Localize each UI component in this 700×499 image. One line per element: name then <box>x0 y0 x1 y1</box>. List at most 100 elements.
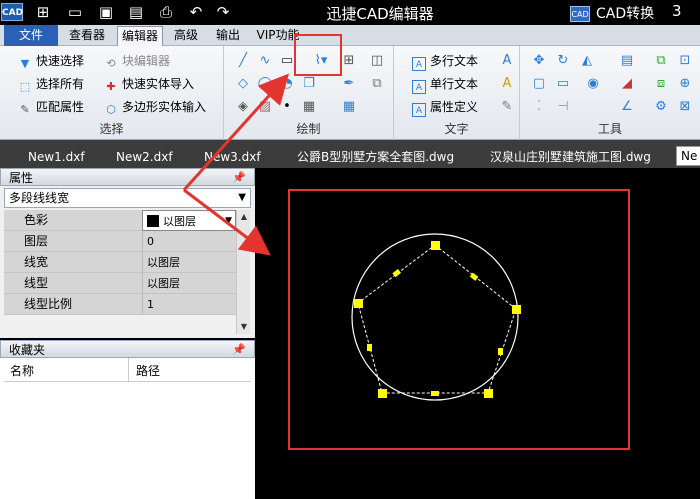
save-icon[interactable]: ▣ <box>95 2 117 22</box>
match-properties-button[interactable]: ✎ 匹配属性 <box>18 98 84 116</box>
line-icon[interactable]: ╱ <box>234 52 252 70</box>
single-text-icon: A <box>412 80 426 94</box>
hatch-icon[interactable]: ⊞ <box>340 52 358 70</box>
ungroup-icon[interactable]: ⧈ <box>652 75 670 93</box>
column-name[interactable]: 名称 <box>10 362 34 379</box>
mtext-icon: A <box>412 57 426 71</box>
select-all-button[interactable]: ⬚ 选择所有 <box>18 75 84 93</box>
polygon-entity-input-button[interactable]: ⬡ 多边形实体输入 <box>104 98 206 116</box>
tab-output[interactable]: 输出 <box>210 26 246 46</box>
tab-viewer[interactable]: 查看器 <box>64 26 110 46</box>
doc-tab-new1[interactable]: New1.dxf <box>28 148 85 168</box>
rotate-icon[interactable]: ↻ <box>554 52 572 70</box>
mirror-icon[interactable]: ◭ <box>578 52 596 70</box>
layer-icon[interactable]: ▤ <box>618 52 636 70</box>
cad-convert-button[interactable]: CAD CAD转换 <box>570 3 654 23</box>
text-find-icon[interactable]: ✎ <box>498 98 516 116</box>
doc-tab-new3[interactable]: New3.dxf <box>204 148 261 168</box>
cad-convert-icon: CAD <box>570 6 590 22</box>
doc-tab-villa-construction[interactable]: 汉泉山庄别墅建筑施工图.dwg <box>490 148 651 168</box>
prop-row-layer[interactable]: 图层 0 <box>4 231 236 252</box>
prop-row-lineweight[interactable]: 线宽 以图层 <box>4 252 236 273</box>
drawing-highlight-frame <box>288 189 630 450</box>
properties-header: 属性 📌 <box>0 168 255 186</box>
settings-icon[interactable]: ⚙ <box>652 98 670 116</box>
window-title: 迅捷CAD编辑器 <box>326 5 434 23</box>
doc-tab-new2[interactable]: New2.dxf <box>116 148 173 168</box>
prop-row-linetype-scale[interactable]: 线型比例 1 <box>4 294 236 315</box>
favorites-title: 收藏夹 <box>9 343 46 357</box>
block-editor-button[interactable]: ⟲ 块编辑器 <box>104 52 170 70</box>
snap-icon[interactable]: ⊠ <box>676 98 694 116</box>
properties-panel: 属性 📌 多段线线宽 ▼ 色彩 以图层 ▼ 图层 0 线宽 以图层 线型 以图层 … <box>0 168 255 338</box>
properties-scrollbar[interactable]: ▲ ▼ <box>236 210 250 334</box>
print-icon[interactable]: ⎙ <box>155 2 177 22</box>
save-as-icon[interactable]: ▤ <box>125 2 147 22</box>
measure-icon[interactable]: ◢ <box>618 75 636 93</box>
doc-tab-active[interactable]: Ne <box>676 146 700 166</box>
table-icon[interactable]: ▦ <box>340 98 358 116</box>
scale-icon[interactable]: ▢ <box>530 75 548 93</box>
redo-icon[interactable]: ↷ <box>212 2 234 22</box>
copy-icon[interactable]: ❐ <box>300 75 318 93</box>
move-icon[interactable]: ✥ <box>530 52 548 70</box>
tab-editor[interactable]: 编辑器 <box>117 26 163 46</box>
spline-icon[interactable]: ∿ <box>256 52 274 70</box>
undo-icon[interactable]: ↶ <box>185 2 207 22</box>
polygon-draw-icon[interactable]: ◇ <box>234 75 252 93</box>
doc-tab-villa-plan[interactable]: 公爵B型别墅方案全套图.dwg <box>297 148 454 168</box>
pen-icon[interactable]: ✒ <box>340 75 358 93</box>
prop-value-lineweight[interactable]: 以图层 <box>142 252 236 273</box>
pin-icon[interactable]: 📌 <box>232 169 246 187</box>
single-line-text-button[interactable]: A 单行文本 <box>412 75 478 94</box>
cad-convert-label: CAD转换 <box>596 6 655 22</box>
circle-icon[interactable]: ◯ <box>256 75 274 93</box>
properties-title: 属性 <box>9 171 34 185</box>
block-editor-icon: ⟲ <box>106 57 116 70</box>
text-group-label: 文字 <box>444 122 469 136</box>
scroll-up-icon[interactable]: ▲ <box>237 210 251 224</box>
prop-value-layer[interactable]: 0 <box>142 231 236 252</box>
image-insert-icon[interactable]: ▦ <box>300 98 318 116</box>
attribute-define-button[interactable]: A 属性定义 <box>412 98 478 117</box>
group-icon[interactable]: ⧉ <box>652 52 670 70</box>
open-folder-icon[interactable]: ▭ <box>64 2 86 22</box>
region-icon[interactable]: ◫ <box>368 52 386 70</box>
point-icon[interactable]: • <box>278 98 296 116</box>
prop-row-color[interactable]: 色彩 以图层 ▼ <box>4 210 236 231</box>
angle-icon[interactable]: ∠ <box>618 98 636 116</box>
prop-value-linetype-scale[interactable]: 1 <box>142 294 236 315</box>
chevron-down-icon: ▼ <box>225 216 232 226</box>
tab-file[interactable]: 文件 <box>4 25 58 46</box>
color-icon[interactable]: ◉ <box>584 75 602 93</box>
zoom-icon[interactable]: ⊕ <box>676 75 694 93</box>
trim-icon[interactable]: ⁚ <box>530 98 548 116</box>
arrange-icon[interactable]: ⧉ <box>368 75 386 93</box>
select-all-icon: ⬚ <box>19 80 31 93</box>
column-path[interactable]: 路径 <box>136 362 160 379</box>
corner-badge: 3 <box>672 2 682 20</box>
text-style-icon[interactable]: A <box>498 52 516 70</box>
stretch-icon[interactable]: ▭ <box>554 75 572 93</box>
arc-icon[interactable]: ◔ <box>278 75 296 93</box>
insert-block-icon[interactable]: ◈ <box>234 98 252 116</box>
drawing-canvas[interactable] <box>257 168 700 499</box>
extend-icon[interactable]: ⊣ <box>554 98 572 116</box>
attribute-icon: A <box>412 103 426 117</box>
entity-type-select[interactable]: 多段线线宽 ▼ <box>4 188 251 208</box>
quick-select-button[interactable]: ▼ 快速选择 <box>18 52 84 70</box>
prop-value-color[interactable]: 以图层 ▼ <box>142 210 236 231</box>
hatch-pattern-icon[interactable]: ▨ <box>256 98 274 116</box>
pin-icon[interactable]: 📌 <box>232 341 246 359</box>
text-edit-icon[interactable]: A <box>498 75 516 93</box>
quick-entity-import-button[interactable]: ✚ 快速实体导入 <box>104 75 194 93</box>
prop-row-linetype[interactable]: 线型 以图层 <box>4 273 236 294</box>
new-file-icon[interactable]: ⊞ <box>32 2 54 22</box>
explode-icon[interactable]: ⊡ <box>676 52 694 70</box>
prop-value-linetype[interactable]: 以图层 <box>142 273 236 294</box>
mtext-button[interactable]: A 多行文本 <box>412 52 478 71</box>
scroll-down-icon[interactable]: ▼ <box>237 320 251 334</box>
prop-key-color: 色彩 <box>4 210 142 231</box>
select-group-label: 选择 <box>99 122 124 136</box>
tab-advanced[interactable]: 高级 <box>168 26 204 46</box>
